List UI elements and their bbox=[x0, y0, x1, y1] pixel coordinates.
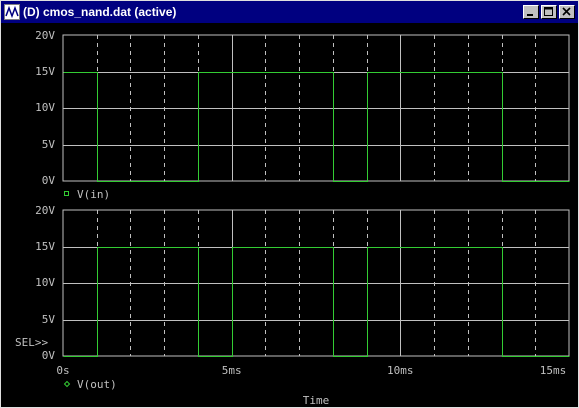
vout-legend-label: V(out) bbox=[77, 378, 117, 391]
close-button[interactable] bbox=[559, 5, 575, 19]
vin-legend-marker-icon bbox=[64, 191, 69, 196]
x-axis-title: Time bbox=[303, 394, 330, 407]
vin-trace[interactable] bbox=[63, 72, 570, 182]
bottom-legend[interactable]: V(out) bbox=[63, 378, 117, 391]
x-tick-10ms: 10ms bbox=[387, 364, 414, 377]
bottom-y-tick-15: 15V bbox=[35, 240, 55, 253]
maximize-button[interactable] bbox=[541, 5, 557, 19]
top-y-tick-5: 5V bbox=[42, 138, 56, 151]
top-plot-grid bbox=[63, 35, 569, 181]
x-tick-15ms: 15ms bbox=[540, 364, 567, 377]
top-plot[interactable]: 20V 15V 10V 5V 0V bbox=[35, 29, 570, 187]
bottom-y-tick-0: 0V bbox=[42, 349, 56, 362]
top-y-tick-15: 15V bbox=[35, 65, 55, 78]
probe-window: (D) cmos_nand.dat (active) 20V 15V 10V 5… bbox=[0, 0, 579, 408]
probe-app-icon[interactable] bbox=[4, 4, 20, 20]
bottom-plot-grid bbox=[63, 210, 569, 356]
vout-trace[interactable] bbox=[63, 247, 570, 357]
sel-indicator[interactable]: SEL>> bbox=[15, 336, 48, 349]
title-bar[interactable]: (D) cmos_nand.dat (active) bbox=[1, 1, 578, 23]
top-legend[interactable]: V(in) bbox=[64, 188, 111, 201]
top-y-tick-10: 10V bbox=[35, 101, 55, 114]
bottom-y-tick-10: 10V bbox=[35, 276, 55, 289]
close-icon bbox=[562, 7, 571, 16]
x-tick-5ms: 5ms bbox=[222, 364, 242, 377]
vin-legend-label: V(in) bbox=[77, 188, 110, 201]
top-y-tick-0: 0V bbox=[42, 174, 56, 187]
bottom-plot[interactable]: 20V 15V 10V 5V 0V SEL>> bbox=[15, 204, 570, 362]
vout-legend-marker-icon bbox=[63, 380, 71, 388]
x-axis: 0s 5ms 10ms 15ms bbox=[56, 364, 566, 377]
minimize-icon bbox=[527, 14, 533, 16]
top-y-tick-20: 20V bbox=[35, 29, 55, 42]
bottom-y-tick-20: 20V bbox=[35, 204, 55, 217]
bottom-y-tick-5: 5V bbox=[42, 313, 56, 326]
top-y-axis: 20V 15V 10V 5V 0V bbox=[35, 29, 55, 187]
window-title: (D) cmos_nand.dat (active) bbox=[23, 5, 177, 19]
x-tick-0s: 0s bbox=[56, 364, 69, 377]
plot-area[interactable]: 20V 15V 10V 5V 0V V(in) 20V 15V 10V 5V 0… bbox=[1, 23, 578, 408]
maximize-icon bbox=[544, 7, 553, 16]
minimize-button[interactable] bbox=[523, 5, 539, 19]
